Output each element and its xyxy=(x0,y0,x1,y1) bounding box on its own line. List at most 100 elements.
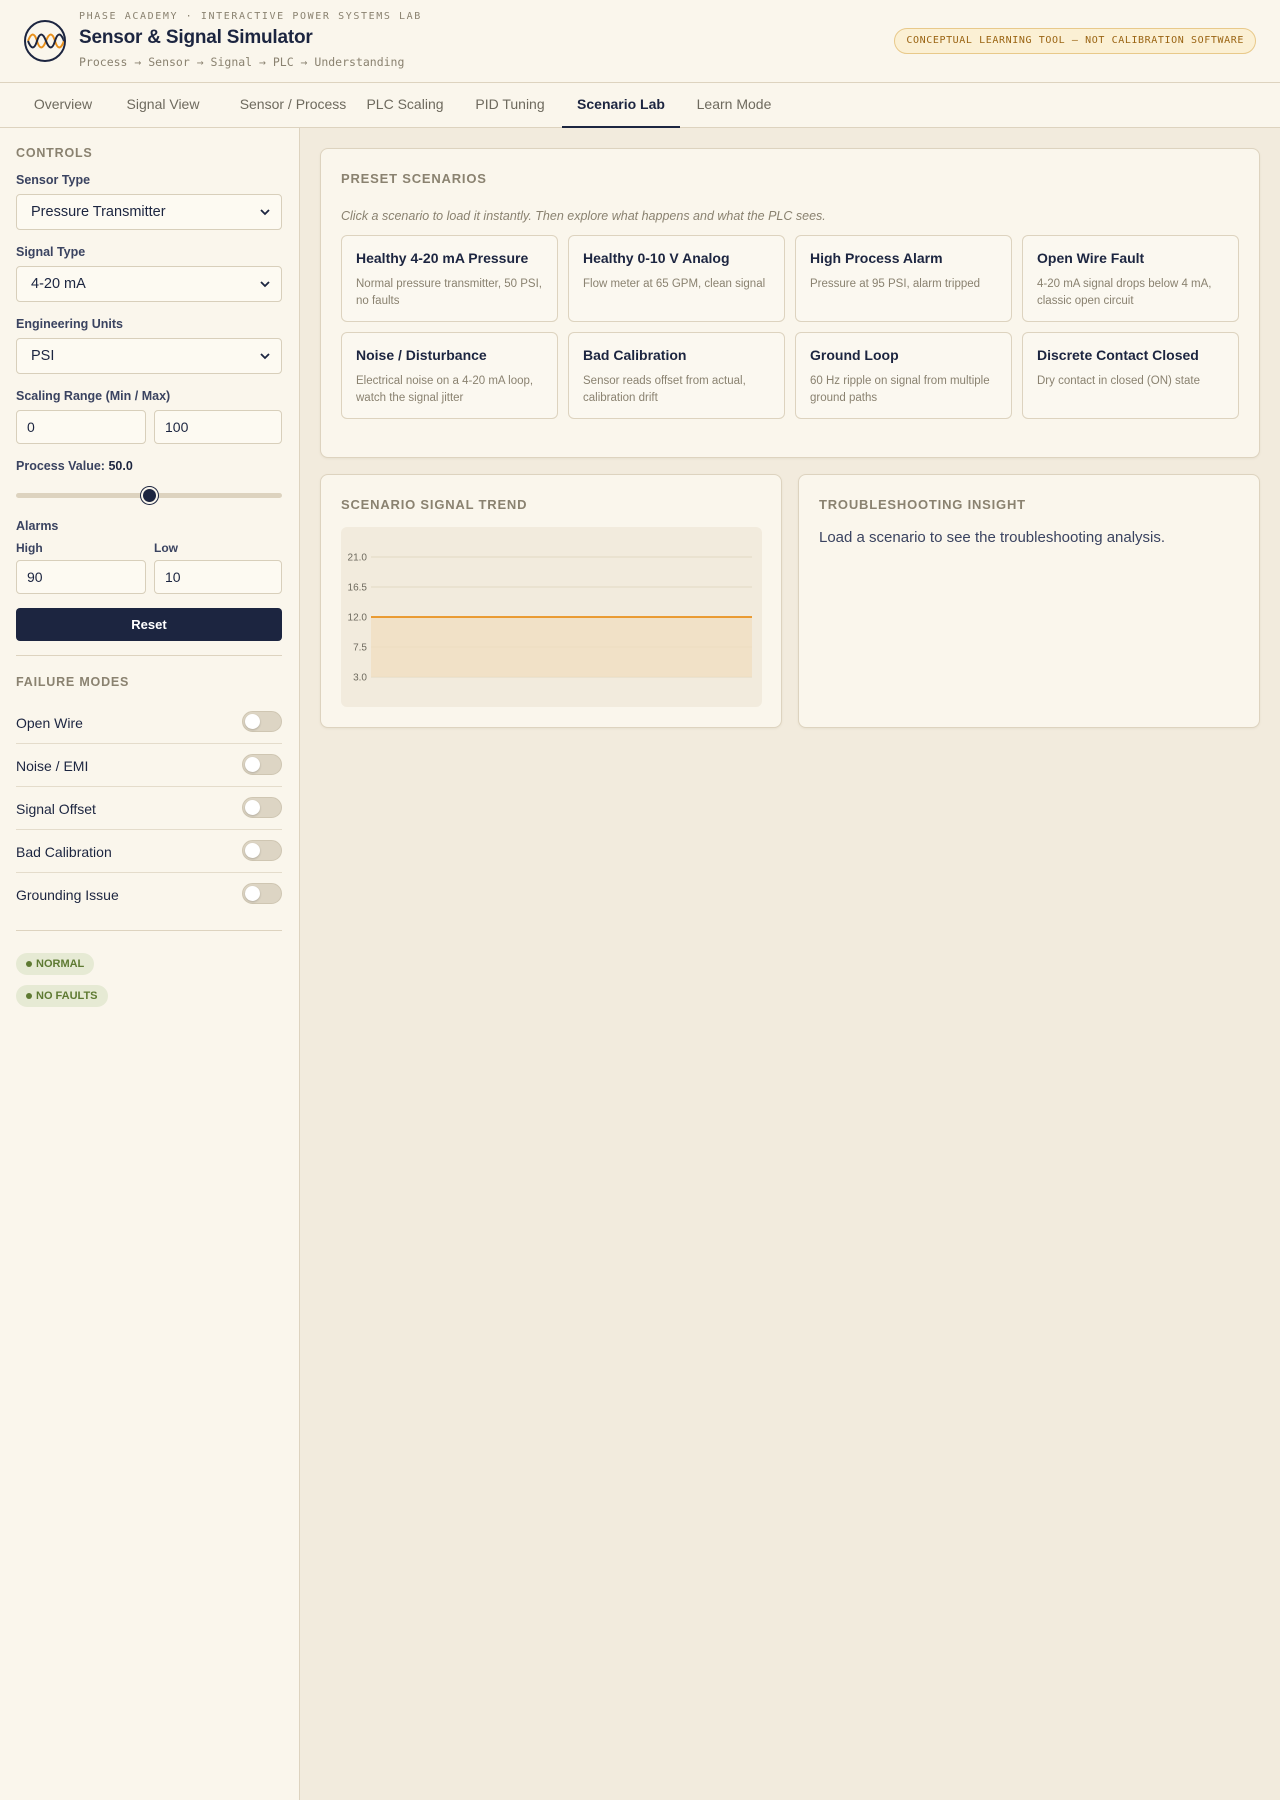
range-label: Scaling Range (Min / Max) xyxy=(16,389,171,403)
range-min-input[interactable]: 0 xyxy=(16,410,146,444)
y-tick-label: 3.0 xyxy=(353,673,367,684)
y-tick-label: 12.0 xyxy=(348,613,368,624)
status-badge: NORMAL xyxy=(16,953,95,975)
divider xyxy=(16,655,282,656)
tab-scenario-lab[interactable]: Scenario Lab xyxy=(562,83,680,128)
signal-type-value: 4-20 mA xyxy=(31,276,86,292)
scenario-desc: 4-20 mA signal drops below 4 mA, classic… xyxy=(1037,278,1212,307)
divider xyxy=(16,930,282,931)
troubleshooting-card: TROUBLESHOOTING INSIGHT Load a scenario … xyxy=(798,474,1260,728)
failure-grounding-toggle[interactable] xyxy=(242,883,282,904)
tab-sensor-process[interactable]: Sensor / Process xyxy=(218,83,368,128)
scenario-healthy-0-10v[interactable]: Healthy 0-10 V Analog Flow meter at 65 G… xyxy=(568,235,785,322)
sensor-type-label: Sensor Type xyxy=(16,173,91,187)
scenario-healthy-4-20ma[interactable]: Healthy 4-20 mA Pressure Normal pressure… xyxy=(341,235,558,322)
scenario-ground-loop[interactable]: Ground Loop 60 Hz ripple on signal from … xyxy=(795,332,1012,419)
troubleshooting-text: Load a scenario to see the troubleshooti… xyxy=(819,529,1166,546)
toggle-knob xyxy=(245,843,260,858)
failure-calibration-toggle[interactable] xyxy=(242,840,282,861)
failure-open-wire-label: Open Wire xyxy=(16,715,83,731)
scenario-desc: Normal pressure transmitter, 50 PSI, no … xyxy=(356,278,542,307)
scenario-desc: Dry contact in closed (ON) state xyxy=(1037,375,1200,387)
controls-title: CONTROLS xyxy=(16,146,93,160)
scenario-desc: Pressure at 95 PSI, alarm tripped xyxy=(810,278,981,290)
troubleshooting-title: TROUBLESHOOTING INSIGHT xyxy=(819,497,1026,512)
scenario-desc: Flow meter at 65 GPM, clean signal xyxy=(583,278,766,290)
units-label: Engineering Units xyxy=(16,317,123,331)
failure-grounding-row: Grounding Issue xyxy=(16,873,282,916)
scenario-name: Noise / Disturbance xyxy=(356,347,487,363)
scenario-bad-calibration[interactable]: Bad Calibration Sensor reads offset from… xyxy=(568,332,785,419)
scenario-desc: 60 Hz ripple on signal from multiple gro… xyxy=(810,375,990,404)
scenario-name: High Process Alarm xyxy=(810,250,943,266)
chevron-down-icon xyxy=(260,353,270,360)
toggle-knob xyxy=(245,757,260,772)
failure-noise-label: Noise / EMI xyxy=(16,758,89,774)
failure-modes-title: FAILURE MODES xyxy=(16,675,130,689)
reset-button[interactable]: Reset xyxy=(16,608,282,641)
disclaimer-badge: CONCEPTUAL LEARNING TOOL — NOT CALIBRATI… xyxy=(894,28,1256,54)
chevron-down-icon xyxy=(260,209,270,216)
units-select[interactable]: PSI xyxy=(16,338,282,374)
failure-noise-row: Noise / EMI xyxy=(16,744,282,787)
scenario-name: Bad Calibration xyxy=(583,347,687,363)
sensor-type-value: Pressure Transmitter xyxy=(31,204,166,220)
units-value: PSI xyxy=(31,348,55,364)
alarm-high-label: High xyxy=(16,541,43,555)
scenario-high-alarm[interactable]: High Process Alarm Pressure at 95 PSI, a… xyxy=(795,235,1012,322)
scenario-desc: Electrical noise on a 4-20 mA loop, watc… xyxy=(356,375,534,404)
scenario-noise[interactable]: Noise / Disturbance Electrical noise on … xyxy=(341,332,558,419)
signal-type-label: Signal Type xyxy=(16,245,86,259)
failure-calibration-label: Bad Calibration xyxy=(16,844,112,860)
alarm-low-input[interactable]: 10 xyxy=(154,560,282,594)
failure-offset-label: Signal Offset xyxy=(16,801,96,817)
failure-noise-toggle[interactable] xyxy=(242,754,282,775)
controls-sidebar: CONTROLS Sensor Type Pressure Transmitte… xyxy=(0,128,300,1800)
scenario-name: Discrete Contact Closed xyxy=(1037,347,1199,363)
range-max-input[interactable]: 100 xyxy=(154,410,282,444)
tab-pid-tuning[interactable]: PID Tuning xyxy=(462,83,558,128)
tab-bar: Overview Signal View Sensor / Process PL… xyxy=(0,83,1280,128)
status-dot-icon xyxy=(26,993,32,999)
y-tick-label: 21.0 xyxy=(348,553,368,564)
preset-scenarios-title: PRESET SCENARIOS xyxy=(341,171,487,186)
alarm-low-label: Low xyxy=(154,541,178,555)
tab-signal-view[interactable]: Signal View xyxy=(110,83,216,128)
scenario-discrete-contact[interactable]: Discrete Contact Closed Dry contact in c… xyxy=(1022,332,1239,419)
failure-offset-row: Signal Offset xyxy=(16,787,282,830)
app-header: PHASE ACADEMY · INTERACTIVE POWER SYSTEM… xyxy=(0,0,1280,83)
failure-open-wire-row: Open Wire xyxy=(16,701,282,744)
sensor-type-select[interactable]: Pressure Transmitter xyxy=(16,194,282,230)
toggle-knob xyxy=(245,886,260,901)
trend-area xyxy=(371,617,752,677)
alarm-high-input[interactable]: 90 xyxy=(16,560,146,594)
signal-trend-card: SCENARIO SIGNAL TREND 21.0 16.5 12.0 7.5 3.0 xyxy=(320,474,782,728)
faults-text: NO FAULTS xyxy=(36,990,98,1002)
signal-type-select[interactable]: 4-20 mA xyxy=(16,266,282,302)
preset-scenarios-card: PRESET SCENARIOS Click a scenario to loa… xyxy=(320,148,1260,458)
scenario-open-wire[interactable]: Open Wire Fault 4-20 mA signal drops bel… xyxy=(1022,235,1239,322)
faults-badge: NO FAULTS xyxy=(16,985,108,1007)
preset-scenarios-hint: Click a scenario to load it instantly. T… xyxy=(341,209,826,223)
app-title: Sensor & Signal Simulator xyxy=(79,27,313,48)
failure-grounding-label: Grounding Issue xyxy=(16,887,119,903)
alarms-label: Alarms xyxy=(16,519,59,533)
toggle-knob xyxy=(245,714,260,729)
failure-offset-toggle[interactable] xyxy=(242,797,282,818)
slider-thumb[interactable] xyxy=(141,487,158,504)
tab-learn-mode[interactable]: Learn Mode xyxy=(682,83,786,128)
failure-open-wire-toggle[interactable] xyxy=(242,711,282,732)
tab-overview[interactable]: Overview xyxy=(18,83,108,128)
header-overline: PHASE ACADEMY · INTERACTIVE POWER SYSTEM… xyxy=(79,11,422,22)
toggle-knob xyxy=(245,800,260,815)
sine-wave-icon xyxy=(24,20,66,62)
scenario-name: Healthy 0-10 V Analog xyxy=(583,250,730,266)
signal-trend-title: SCENARIO SIGNAL TREND xyxy=(341,497,528,512)
scenario-name: Open Wire Fault xyxy=(1037,250,1145,266)
scenario-name: Healthy 4-20 mA Pressure xyxy=(356,250,529,266)
tab-plc-scaling[interactable]: PLC Scaling xyxy=(350,83,460,128)
process-value-label: Process Value: xyxy=(16,459,105,473)
scenario-name: Ground Loop xyxy=(810,347,899,363)
status-text: NORMAL xyxy=(36,958,85,970)
scenario-desc: Sensor reads offset from actual, calibra… xyxy=(583,375,746,404)
